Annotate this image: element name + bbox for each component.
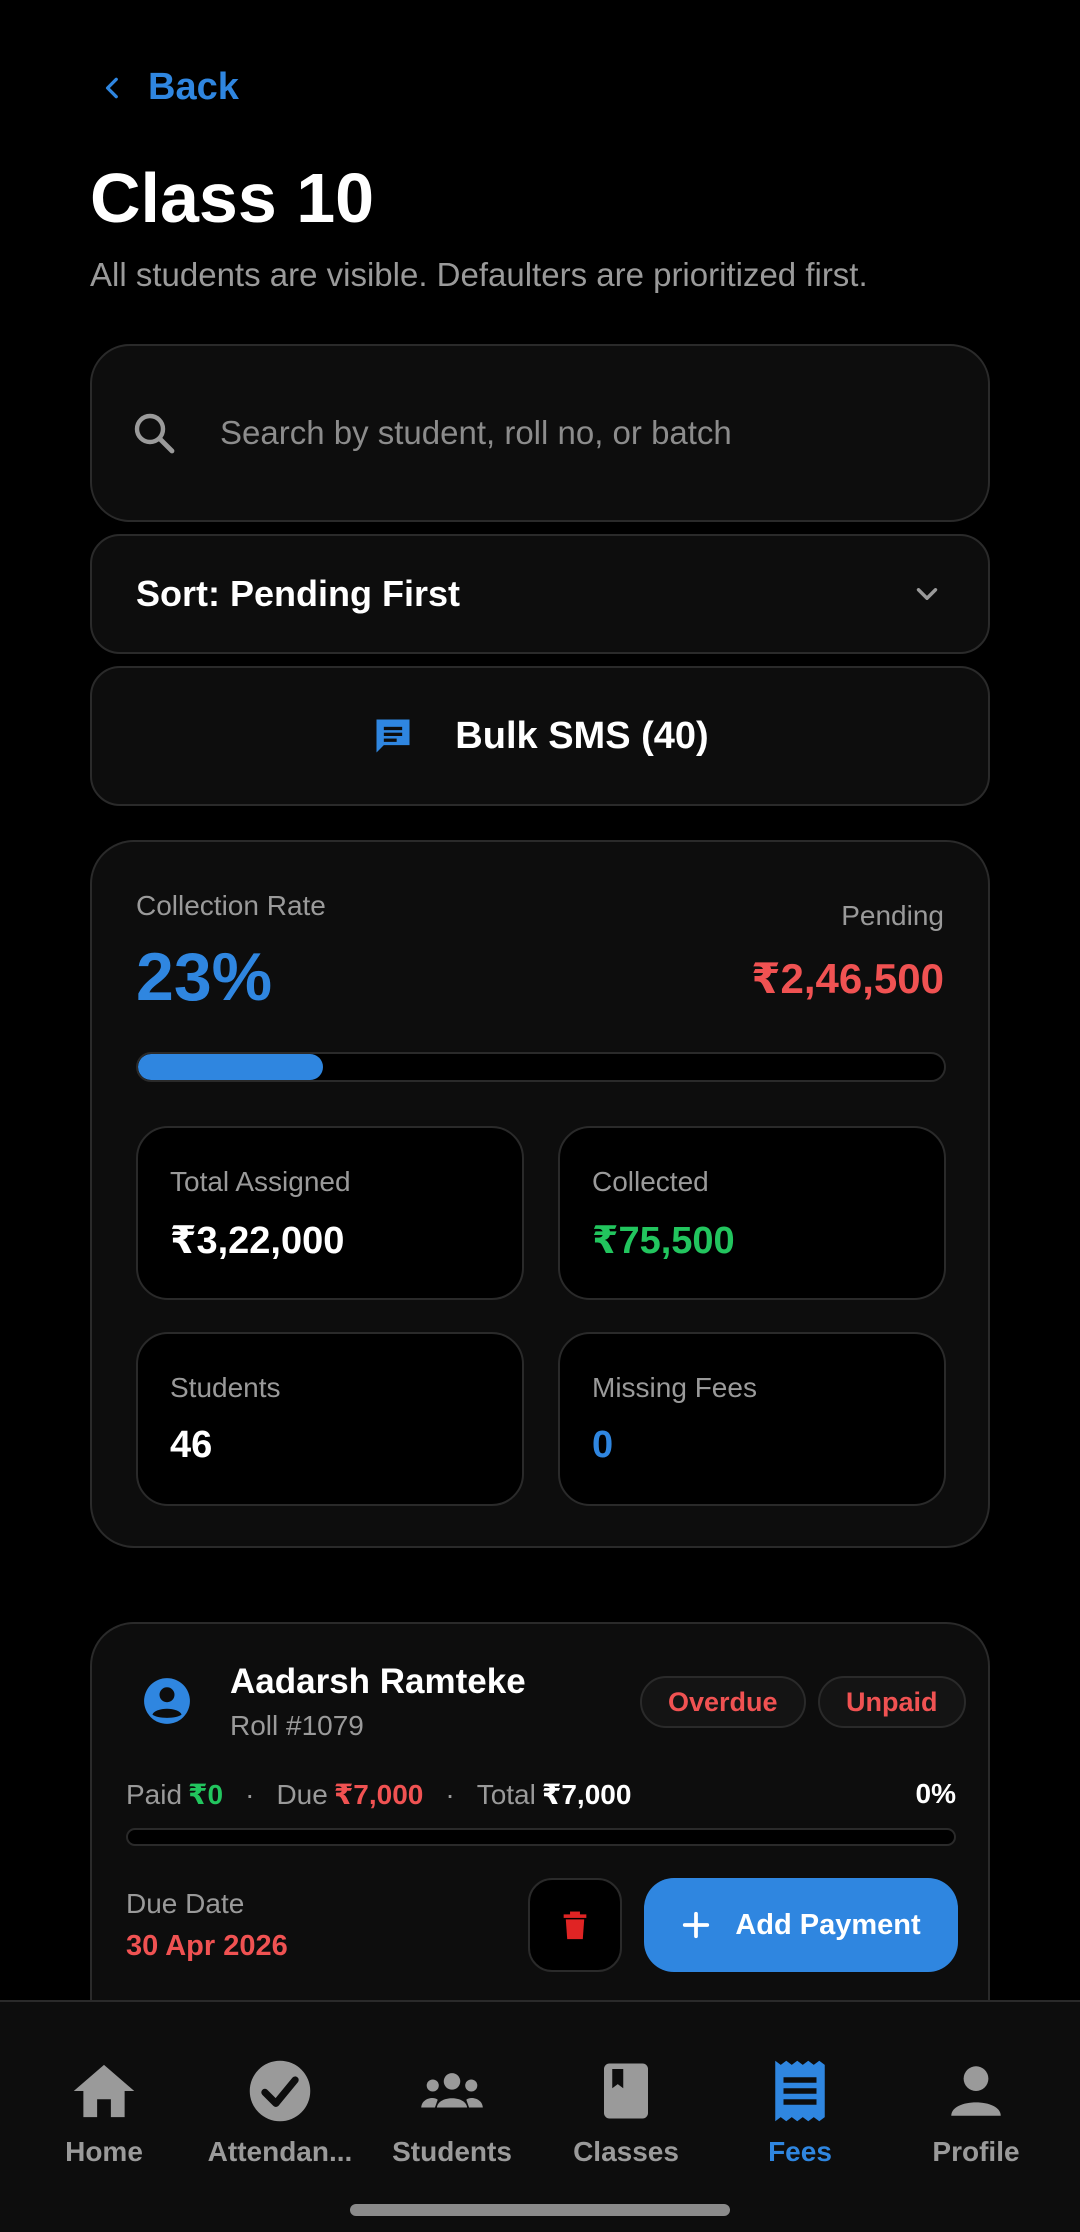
add-payment-button[interactable]: Add Payment: [644, 1878, 958, 1972]
nav-item-attendance[interactable]: Attendan...: [190, 2058, 370, 2168]
collected-tile: Collected ₹75,500: [558, 1126, 946, 1300]
search-bar: [90, 344, 990, 522]
tile-value: 0: [592, 1424, 614, 1466]
pending-value: ₹2,46,500: [751, 955, 944, 1002]
separator: ·: [245, 1778, 255, 1810]
tile-value: 46: [170, 1424, 213, 1466]
students-tile: Students 46: [136, 1332, 524, 1506]
bulk-sms-button[interactable]: Bulk SMS (40): [90, 666, 990, 806]
collection-summary-card: Collection Rate 23% Pending ₹2,46,500 To…: [90, 840, 990, 1548]
sort-label: Sort: Pending First: [136, 573, 460, 614]
separator: ·: [445, 1778, 455, 1810]
receipt-icon: [775, 2060, 825, 2122]
search-input[interactable]: [220, 414, 920, 452]
missing-fees-tile: Missing Fees 0: [558, 1332, 946, 1506]
search-icon: [134, 413, 175, 454]
nav-label: Classes: [573, 2136, 679, 2167]
nav-label: Profile: [932, 2136, 1020, 2167]
nav-item-home[interactable]: Home: [14, 2058, 194, 2168]
bottom-navigation: Home Attendan... Students Classes Fees P…: [0, 2000, 1080, 2232]
paid-label: Paid: [126, 1778, 183, 1810]
total-assigned-tile: Total Assigned ₹3,22,000: [136, 1126, 524, 1300]
tile-label: Collected: [592, 1166, 709, 1197]
total-value: ₹7,000: [541, 1779, 632, 1810]
student-roll: Roll #1079: [230, 1710, 364, 1741]
nav-item-students[interactable]: Students: [362, 2058, 542, 2168]
nav-label: Attendan...: [207, 2136, 353, 2167]
person-icon: [951, 2066, 1001, 2116]
plus-icon: [683, 1911, 710, 1939]
status-badge-overdue: Overdue: [640, 1676, 806, 1728]
nav-item-classes[interactable]: Classes: [536, 2058, 716, 2168]
book-icon: [604, 2063, 648, 2119]
page-subtitle: All students are visible. Defaulters are…: [90, 256, 868, 293]
delete-button[interactable]: [528, 1878, 622, 1972]
page-title: Class 10: [90, 159, 375, 237]
chevron-left-icon: [105, 77, 118, 98]
tile-label: Students: [170, 1372, 281, 1403]
collection-rate-label: Collection Rate: [136, 890, 326, 921]
nav-item-profile[interactable]: Profile: [886, 2058, 1066, 2168]
paid-percent: 0%: [915, 1778, 956, 1809]
tile-label: Total Assigned: [170, 1166, 351, 1197]
message-icon: [376, 719, 410, 753]
back-label: Back: [148, 66, 239, 108]
collection-progress-bar: [136, 1052, 946, 1082]
due-label: Due: [276, 1778, 328, 1810]
chevron-down-icon: [916, 588, 938, 600]
due-date-value: 30 Apr 2026: [126, 1930, 288, 1962]
trash-icon: [563, 1911, 587, 1940]
due-date-label: Due Date: [126, 1888, 245, 1919]
tile-value: ₹3,22,000: [170, 1220, 345, 1262]
student-progress-bar: [126, 1828, 956, 1846]
home-indicator[interactable]: [350, 2204, 730, 2216]
collection-progress-fill: [138, 1054, 324, 1080]
check-circle-icon: [249, 2060, 311, 2122]
account-circle-icon: [144, 1678, 190, 1724]
total-label: Total: [476, 1778, 536, 1810]
status-badge-unpaid: Unpaid: [818, 1676, 966, 1728]
nav-label: Home: [65, 2136, 143, 2167]
back-button[interactable]: Back: [100, 66, 239, 109]
collection-rate-value: 23%: [136, 939, 273, 1015]
due-value: ₹7,000: [333, 1779, 424, 1810]
home-icon: [73, 2064, 135, 2118]
nav-label: Students: [392, 2136, 512, 2167]
group-icon: [421, 2073, 483, 2108]
nav-label: Fees: [768, 2136, 832, 2167]
pending-label: Pending: [841, 900, 944, 931]
add-payment-label: Add Payment: [735, 1908, 921, 1941]
bulk-sms-label: Bulk SMS (40): [455, 714, 709, 757]
tile-label: Missing Fees: [592, 1372, 757, 1403]
nav-item-fees[interactable]: Fees: [710, 2058, 890, 2168]
tile-value: ₹75,500: [592, 1220, 735, 1262]
student-name: Aadarsh Ramteke: [230, 1662, 526, 1701]
fee-amounts-row: Paid ₹0 · Due ₹7,000 · Total ₹7,000: [126, 1778, 631, 1811]
sort-dropdown[interactable]: Sort: Pending First: [90, 534, 990, 654]
paid-value: ₹0: [188, 1779, 224, 1810]
